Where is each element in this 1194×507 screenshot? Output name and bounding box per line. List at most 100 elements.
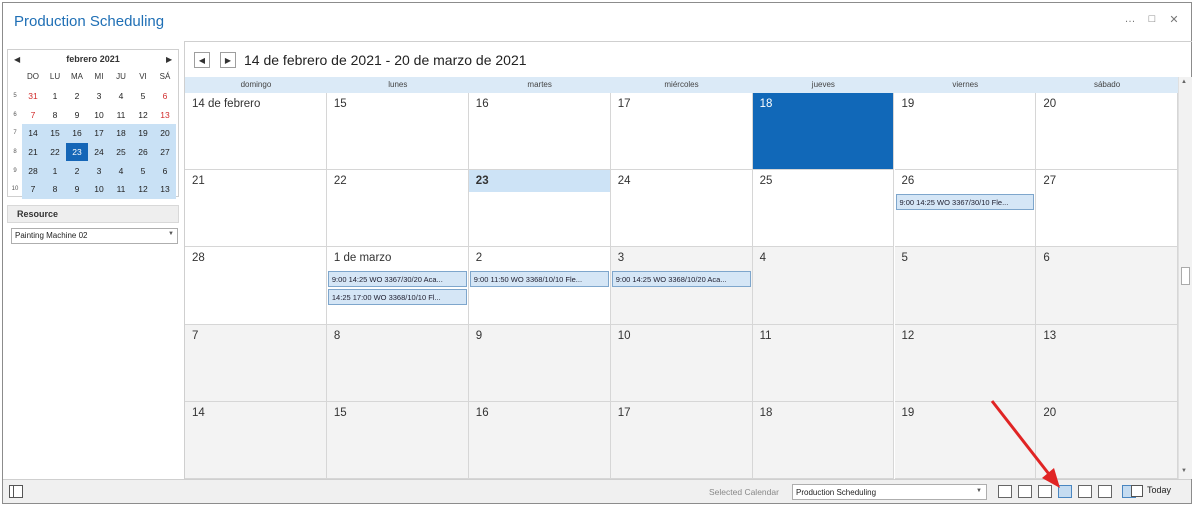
maximize-button[interactable]: □ (1144, 13, 1160, 25)
mini-day[interactable]: 17 (88, 124, 110, 143)
mini-day[interactable]: 27 (154, 143, 176, 162)
close-button[interactable]: ✕ (1166, 13, 1182, 26)
mini-week-row: 10 7 8 9 10 11 12 13 (8, 179, 178, 199)
calendar-day-cell[interactable]: 15 (326, 401, 469, 479)
mini-day[interactable]: 2 (66, 87, 88, 106)
mini-day[interactable]: 14 (22, 124, 44, 143)
mini-day[interactable]: 25 (110, 143, 132, 162)
appointment[interactable]: 9:00 14:25 WO 3368/10/20 Aca... (611, 271, 751, 288)
mini-day[interactable]: 3 (88, 87, 110, 106)
mini-day[interactable]: 18 (110, 124, 132, 143)
mini-day[interactable]: 13 (154, 180, 176, 199)
scroll-down-icon[interactable]: ▼ (1181, 468, 1187, 474)
calendar-day-cell[interactable]: 11 (752, 324, 895, 402)
mini-day[interactable]: 7 (22, 180, 44, 199)
calendar-day-cell[interactable]: 16 (468, 401, 611, 479)
calendar-day-cell[interactable]: 25 (752, 170, 895, 248)
calendar-day-cell[interactable]: 28 (185, 247, 327, 325)
mini-day[interactable]: 7 (22, 106, 44, 125)
calendar-day-cell[interactable]: 5 (894, 247, 1037, 325)
mini-day[interactable]: 4 (110, 161, 132, 180)
mini-day[interactable]: 3 (88, 161, 110, 180)
mini-day[interactable]: 16 (66, 124, 88, 143)
calendar-day-cell[interactable]: 17 (610, 93, 753, 171)
calendar-day-cell[interactable]: 7 (185, 324, 327, 402)
minimize-button[interactable]: … (1122, 13, 1138, 25)
next-period-button[interactable]: ▶ (220, 52, 236, 68)
calendar-day-cell[interactable]: 22 (326, 170, 469, 248)
calendar-day-cell[interactable]: 18 (752, 93, 895, 171)
today-button[interactable]: Today (1131, 485, 1171, 497)
mini-day[interactable]: 4 (110, 87, 132, 106)
mini-day[interactable]: 5 (132, 87, 154, 106)
mini-day[interactable]: 21 (22, 143, 44, 162)
scrollbar-thumb[interactable] (1181, 267, 1190, 285)
mini-day[interactable]: 24 (88, 143, 110, 162)
vertical-scrollbar[interactable]: ▲ ▼ (1178, 77, 1192, 479)
mini-weekday: VI (139, 72, 147, 81)
mini-day[interactable]: 19 (132, 124, 154, 143)
calendar-day-cell[interactable]: 17 (610, 401, 753, 479)
mini-next-month-icon[interactable]: ▶ (166, 55, 172, 64)
calendar-day-cell[interactable]: 8 (326, 324, 469, 402)
calendar-day-cell[interactable]: 27 (1036, 170, 1179, 248)
mini-day[interactable]: 22 (44, 143, 66, 162)
calendar-day-cell[interactable]: 6 (1036, 247, 1179, 325)
day-number: 16 (475, 406, 489, 419)
mini-weekday: MI (94, 72, 104, 81)
mini-day[interactable]: 1 (44, 161, 66, 180)
selected-calendar-select[interactable]: Production Scheduling ▼ (792, 484, 987, 500)
mini-day[interactable]: 11 (110, 180, 132, 199)
calendar-day-cell[interactable]: 4 (752, 247, 895, 325)
mini-day[interactable]: 11 (110, 106, 132, 125)
mini-day[interactable]: 20 (154, 124, 176, 143)
calendar-day-cell[interactable]: 16 (468, 93, 611, 171)
mini-day[interactable]: 15 (44, 124, 66, 143)
mini-day[interactable]: 13 (154, 106, 176, 125)
mini-day[interactable]: 23 (66, 142, 88, 162)
mini-day[interactable]: 8 (44, 106, 66, 125)
mini-day[interactable]: 8 (44, 180, 66, 199)
calendar-day-cell[interactable]: 14 de febrero (185, 93, 327, 171)
appointment[interactable]: 9:00 11:50 WO 3368/10/10 Fle... (469, 271, 609, 288)
day-number: 4 (759, 252, 766, 265)
calendar-day-cell[interactable]: 20 (1036, 93, 1179, 171)
mini-day[interactable]: 6 (154, 87, 176, 106)
resource-select[interactable]: Painting Machine 02 ▼ (11, 228, 178, 244)
chevron-down-icon[interactable]: ▼ (976, 488, 982, 494)
calendar-day-cell[interactable]: 21 (185, 170, 327, 248)
calendar-day-cell[interactable]: 10 (610, 324, 753, 402)
mini-day[interactable]: 9 (66, 106, 88, 125)
scroll-up-icon[interactable]: ▲ (1181, 79, 1187, 85)
timeline-view-icon[interactable] (1078, 485, 1092, 498)
mini-day[interactable]: 12 (132, 106, 154, 125)
toggle-panel-icon[interactable] (9, 485, 23, 498)
chevron-down-icon[interactable]: ▼ (168, 231, 174, 237)
prev-period-button[interactable]: ◀ (194, 52, 210, 68)
mini-day[interactable]: 31 (22, 87, 44, 106)
mini-day[interactable]: 1 (44, 87, 66, 106)
mini-day[interactable]: 2 (66, 161, 88, 180)
mini-day[interactable]: 10 (88, 180, 110, 199)
appointment[interactable]: 14:25 17:00 WO 3368/10/10 Fl... (327, 289, 467, 306)
appointment[interactable]: 9:00 14:25 WO 3367/30/10 Fle... (895, 194, 1035, 211)
calendar-day-cell[interactable]: 13 (1036, 324, 1179, 402)
mini-day[interactable]: 9 (66, 180, 88, 199)
calendar-day-cell[interactable]: 9 (468, 324, 611, 402)
calendar-day-cell[interactable]: 15 (326, 93, 469, 171)
mini-day[interactable]: 5 (132, 161, 154, 180)
mini-day[interactable]: 10 (88, 106, 110, 125)
calendar-day-cell[interactable]: 23 (468, 170, 611, 248)
mini-day[interactable]: 26 (132, 143, 154, 162)
agenda-view-icon[interactable] (1098, 485, 1112, 498)
calendar-day-cell[interactable]: 18 (752, 401, 895, 479)
day-number: 23 (475, 175, 489, 188)
calendar-day-cell[interactable]: 24 (610, 170, 753, 248)
mini-day[interactable]: 12 (132, 180, 154, 199)
mini-day[interactable]: 6 (154, 161, 176, 180)
calendar-day-cell[interactable]: 14 (185, 401, 327, 479)
calendar-day-cell[interactable]: 12 (894, 324, 1037, 402)
mini-day[interactable]: 28 (22, 161, 44, 180)
appointment[interactable]: 9:00 14:25 WO 3367/30/20 Aca... (327, 271, 467, 288)
calendar-day-cell[interactable]: 19 (894, 93, 1037, 171)
